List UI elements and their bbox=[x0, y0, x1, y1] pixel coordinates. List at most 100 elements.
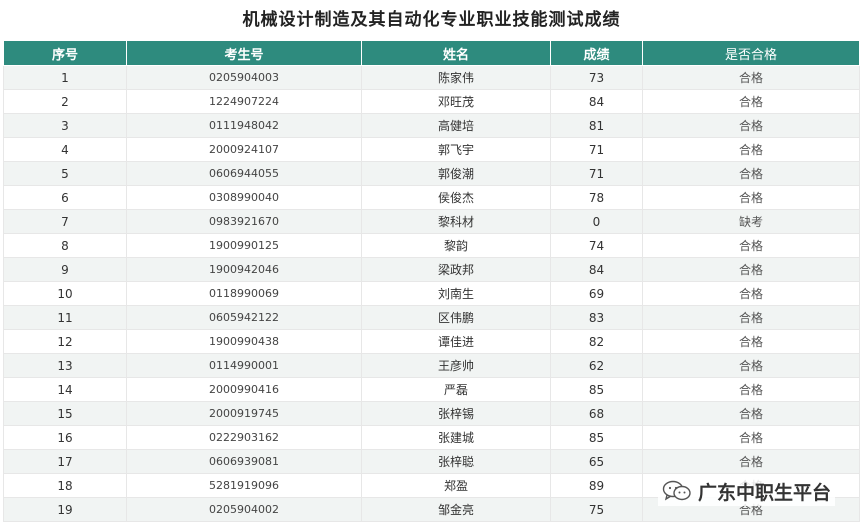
cell-index: 1 bbox=[3, 65, 127, 90]
cell-index: 7 bbox=[3, 209, 127, 234]
cell-index: 12 bbox=[3, 329, 127, 354]
cell-name: 黎韵 bbox=[361, 233, 551, 258]
cell-score: 85 bbox=[550, 425, 643, 450]
table-row: 3 0111948042 高健培 81 合格 bbox=[3, 113, 860, 138]
cell-exam-id: 0205904002 bbox=[126, 497, 362, 522]
cell-exam-id: 1900942046 bbox=[126, 257, 362, 282]
table-row: 2 1224907224 邓旺茂 84 合格 bbox=[3, 89, 860, 114]
cell-pass-status: 合格 bbox=[642, 185, 860, 210]
cell-score: 0 bbox=[550, 209, 643, 234]
table-row: 9 1900942046 梁政邦 84 合格 bbox=[3, 257, 860, 282]
cell-pass-status: 合格 bbox=[642, 161, 860, 186]
cell-exam-id: 0606939081 bbox=[126, 449, 362, 474]
cell-score: 83 bbox=[550, 305, 643, 330]
cell-score: 62 bbox=[550, 353, 643, 378]
cell-pass-status: 合格 bbox=[642, 401, 860, 426]
column-header-index: 序号 bbox=[3, 40, 127, 66]
cell-name: 张梓锡 bbox=[361, 401, 551, 426]
cell-score: 74 bbox=[550, 233, 643, 258]
cell-name: 张建城 bbox=[361, 425, 551, 450]
cell-name: 梁政邦 bbox=[361, 257, 551, 282]
cell-index: 13 bbox=[3, 353, 127, 378]
wechat-icon bbox=[662, 480, 691, 501]
cell-name: 黎科材 bbox=[361, 209, 551, 234]
cell-index: 14 bbox=[3, 377, 127, 402]
cell-name: 刘南生 bbox=[361, 281, 551, 306]
table-row: 8 1900990125 黎韵 74 合格 bbox=[3, 233, 860, 258]
cell-exam-id: 1900990438 bbox=[126, 329, 362, 354]
table-row: 1 0205904003 陈家伟 73 合格 bbox=[3, 65, 860, 90]
column-header-name: 姓名 bbox=[361, 40, 551, 66]
column-header-exam-id: 考生号 bbox=[126, 40, 362, 66]
table-row: 10 0118990069 刘南生 69 合格 bbox=[3, 281, 860, 306]
cell-exam-id: 0606944055 bbox=[126, 161, 362, 186]
cell-exam-id: 0222903162 bbox=[126, 425, 362, 450]
cell-index: 15 bbox=[3, 401, 127, 426]
cell-name: 郑盈 bbox=[361, 473, 551, 498]
cell-index: 10 bbox=[3, 281, 127, 306]
cell-exam-id: 0983921670 bbox=[126, 209, 362, 234]
page-title: 机械设计制造及其自动化专业职业技能测试成绩 bbox=[242, 10, 621, 30]
cell-score: 85 bbox=[550, 377, 643, 402]
cell-index: 8 bbox=[3, 233, 127, 258]
cell-score: 89 bbox=[550, 473, 643, 498]
watermark-text: 广东中职生平台 bbox=[697, 481, 831, 504]
cell-index: 3 bbox=[3, 113, 127, 138]
cell-score: 71 bbox=[550, 137, 643, 162]
cell-exam-id: 1224907224 bbox=[126, 89, 362, 114]
table-row: 13 0114990001 王彦帅 62 合格 bbox=[3, 353, 860, 378]
cell-exam-id: 2000990416 bbox=[126, 377, 362, 402]
cell-name: 邹金亮 bbox=[361, 497, 551, 522]
table-row: 6 0308990040 侯俊杰 78 合格 bbox=[3, 185, 860, 210]
cell-name: 邓旺茂 bbox=[361, 89, 551, 114]
cell-pass-status: 合格 bbox=[642, 281, 860, 306]
cell-index: 18 bbox=[3, 473, 127, 498]
cell-pass-status: 合格 bbox=[642, 449, 860, 474]
cell-index: 6 bbox=[3, 185, 127, 210]
cell-score: 81 bbox=[550, 113, 643, 138]
table-body: 1 0205904003 陈家伟 73 合格 2 1224907224 邓旺茂 84 合格 3 011… bbox=[3, 65, 860, 522]
table-row: 4 2000924107 郭飞宇 71 合格 bbox=[3, 137, 860, 162]
cell-index: 16 bbox=[3, 425, 127, 450]
cell-pass-status: 合格 bbox=[642, 137, 860, 162]
cell-exam-id: 2000919745 bbox=[126, 401, 362, 426]
cell-pass-status: 合格 bbox=[642, 89, 860, 114]
cell-index: 19 bbox=[3, 497, 127, 522]
cell-exam-id: 0114990001 bbox=[126, 353, 362, 378]
cell-index: 11 bbox=[3, 305, 127, 330]
table-row: 5 0606944055 郭俊潮 71 合格 bbox=[3, 161, 860, 186]
cell-score: 71 bbox=[550, 161, 643, 186]
cell-index: 17 bbox=[3, 449, 127, 474]
cell-name: 王彦帅 bbox=[361, 353, 551, 378]
cell-name: 区伟鹏 bbox=[361, 305, 551, 330]
cell-exam-id: 0605942122 bbox=[126, 305, 362, 330]
cell-name: 谭佳进 bbox=[361, 329, 551, 354]
cell-pass-status: 合格 bbox=[642, 113, 860, 138]
cell-pass-status: 合格 bbox=[642, 353, 860, 378]
cell-index: 2 bbox=[3, 89, 127, 114]
cell-pass-status: 合格 bbox=[642, 65, 860, 90]
cell-index: 9 bbox=[3, 257, 127, 282]
table-row: 14 2000990416 严磊 85 合格 bbox=[3, 377, 860, 402]
column-header-score: 成绩 bbox=[550, 40, 643, 66]
cell-exam-id: 0205904003 bbox=[126, 65, 362, 90]
cell-exam-id: 0111948042 bbox=[126, 113, 362, 138]
cell-score: 69 bbox=[550, 281, 643, 306]
cell-score: 84 bbox=[550, 89, 643, 114]
table-row: 12 1900990438 谭佳进 82 合格 bbox=[3, 329, 860, 354]
watermark: 广东中职生平台 bbox=[657, 476, 835, 506]
cell-pass-status: 合格 bbox=[642, 257, 860, 282]
column-header-pass: 是否合格 bbox=[642, 40, 860, 66]
table-row: 16 0222903162 张建城 85 合格 bbox=[3, 425, 860, 450]
cell-exam-id: 5281919096 bbox=[126, 473, 362, 498]
cell-exam-id: 1900990125 bbox=[126, 233, 362, 258]
score-table: 序号 考生号 姓名 成绩 是否合格 1 0205904003 陈家伟 73 合格 2 122… bbox=[3, 40, 860, 522]
cell-score: 65 bbox=[550, 449, 643, 474]
cell-exam-id: 0308990040 bbox=[126, 185, 362, 210]
cell-index: 4 bbox=[3, 137, 127, 162]
cell-pass-status: 合格 bbox=[642, 377, 860, 402]
cell-pass-status: 合格 bbox=[642, 329, 860, 354]
table-row: 15 2000919745 张梓锡 68 合格 bbox=[3, 401, 860, 426]
table-header-row: 序号 考生号 姓名 成绩 是否合格 bbox=[3, 40, 860, 66]
cell-score: 78 bbox=[550, 185, 643, 210]
